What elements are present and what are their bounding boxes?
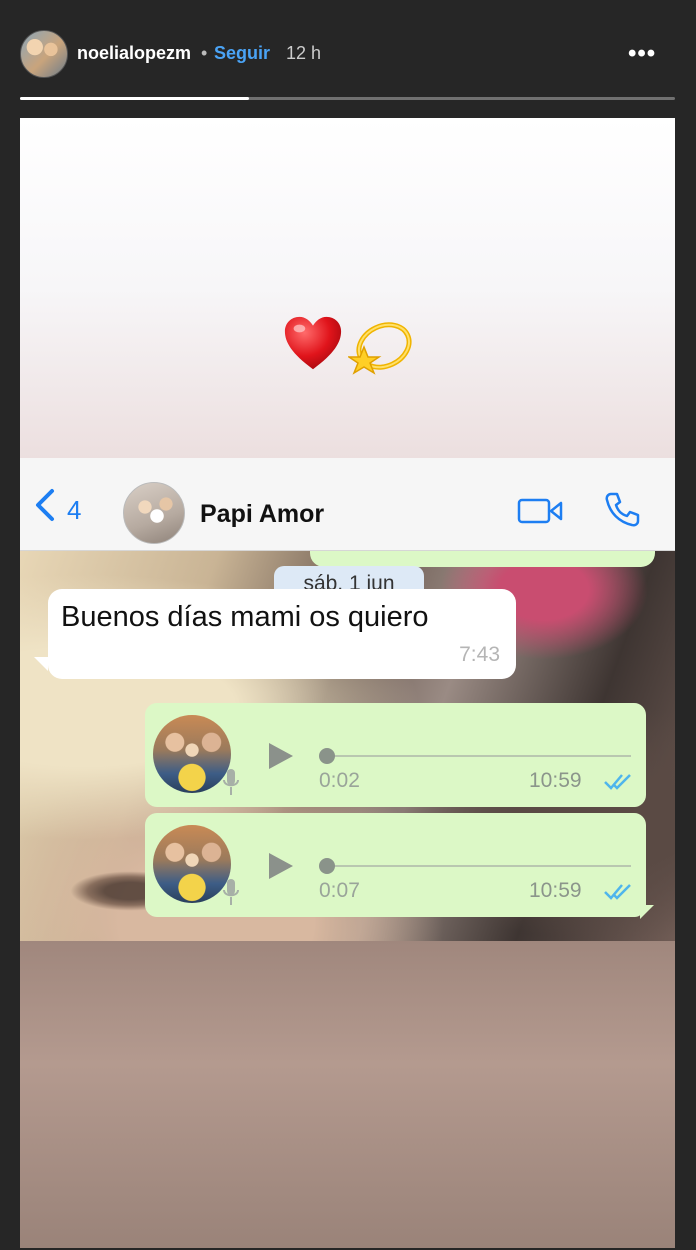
message-time: 7:43: [459, 643, 500, 666]
audio-progress-track[interactable]: [325, 865, 631, 867]
audio-progress-track[interactable]: [325, 755, 631, 757]
incoming-message[interactable]: Buenos días mami os quiero 7:43: [48, 589, 516, 679]
story-progress-fill: [20, 97, 250, 100]
sender-avatar: [153, 825, 231, 903]
follow-button[interactable]: Seguir: [214, 43, 270, 64]
dizzy-star-icon: [348, 322, 412, 375]
incoming-bubble-tail: [34, 657, 48, 671]
unread-count[interactable]: 4: [67, 495, 81, 526]
chat-header: 4 Papi Amor: [20, 458, 675, 551]
message-time: 10:59: [529, 769, 582, 792]
message-text: Buenos días mami os quiero: [61, 601, 429, 633]
username[interactable]: noelialopezm: [77, 43, 191, 64]
phone-call-icon[interactable]: [602, 490, 642, 530]
audio-scrubber[interactable]: [319, 748, 335, 764]
video-call-icon[interactable]: [517, 496, 563, 526]
double-check-icon: [604, 884, 631, 900]
contact-name[interactable]: Papi Amor: [200, 500, 324, 529]
play-icon[interactable]: [265, 741, 295, 771]
outgoing-bubble-tail: [640, 905, 654, 919]
voice-message[interactable]: 0:07 10:59: [145, 813, 646, 917]
microphone-icon: [223, 879, 239, 905]
play-icon[interactable]: [265, 851, 295, 881]
story-content[interactable]: 4 Papi Amor sáb, 1 jun Buenos días mami …: [20, 118, 675, 1248]
double-check-icon: [604, 774, 631, 790]
contact-avatar[interactable]: [123, 482, 185, 544]
voice-duration: 0:02: [319, 769, 360, 792]
audio-scrubber[interactable]: [319, 858, 335, 874]
message-time: 10:59: [529, 879, 582, 902]
sender-avatar: [153, 715, 231, 793]
story-progress-bar: [20, 97, 675, 100]
story-header: noelialopezm • Seguir 12 h •••: [0, 0, 696, 100]
story-bottom-area: [20, 941, 675, 1248]
more-options-icon[interactable]: •••: [628, 40, 656, 68]
story-top-area: [20, 118, 675, 458]
story-time: 12 h: [286, 43, 322, 63]
profile-avatar[interactable]: [20, 30, 68, 78]
voice-message[interactable]: 0:02 10:59: [145, 703, 646, 807]
red-heart-icon: [284, 316, 342, 370]
separator-dot: •: [201, 43, 208, 63]
previous-message-bubble: [310, 551, 655, 567]
voice-duration: 0:07: [319, 879, 360, 902]
chat-area: sáb, 1 jun Buenos días mami os quiero 7:…: [20, 551, 675, 941]
microphone-icon: [223, 769, 239, 795]
chevron-left-icon[interactable]: [34, 488, 56, 522]
